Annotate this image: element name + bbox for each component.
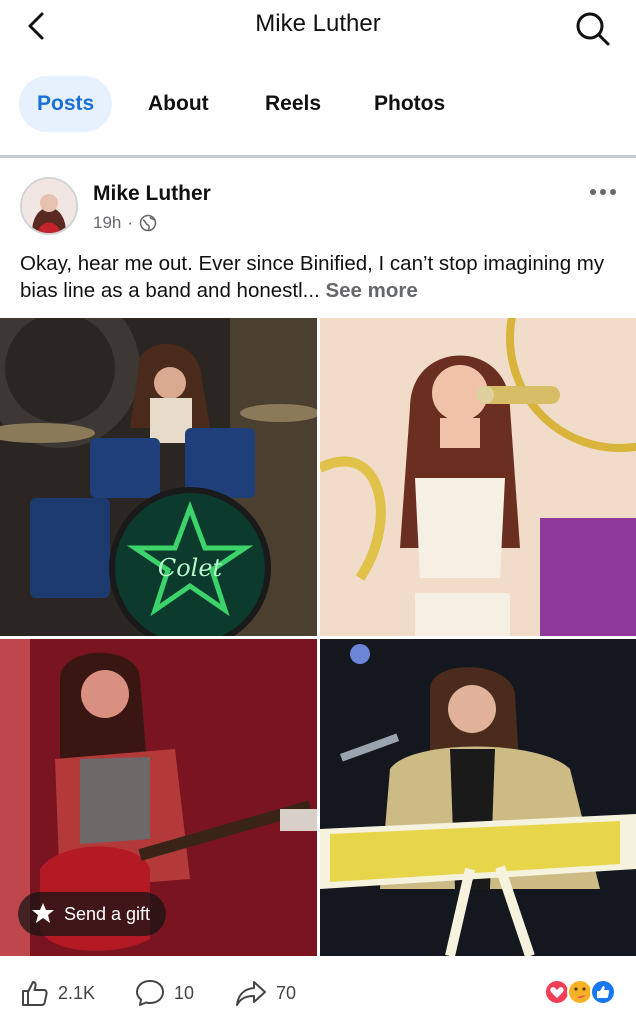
like-count: 2.1K (58, 982, 96, 1003)
post-actions: 2.1K 10 70 (0, 962, 636, 1022)
photo-singer[interactable] (320, 318, 636, 636)
keyboard-photo (320, 639, 636, 956)
comment-button[interactable]: 10 (134, 978, 194, 1008)
care-reaction-icon (567, 979, 593, 1005)
comment-icon (136, 980, 164, 1006)
tab-posts[interactable]: Posts (19, 76, 113, 132)
gift-icon (32, 903, 54, 923)
photo-drummer[interactable]: Colet (0, 318, 317, 636)
avatar-image (22, 179, 76, 233)
search-icon (576, 12, 610, 46)
photo-keyboardist[interactable] (320, 639, 636, 956)
like-reaction-icon (590, 979, 616, 1005)
post-author[interactable]: Mike Luther (93, 182, 211, 206)
photo-grid: Colet (0, 318, 636, 956)
divider (0, 155, 636, 158)
profile-tabs: Posts About Reels Photos (0, 76, 636, 134)
globe-icon (139, 214, 157, 232)
comment-count: 10 (174, 982, 195, 1003)
singer-photo (320, 318, 636, 636)
tab-about[interactable]: About (130, 76, 227, 132)
send-gift-label: Send a gift (64, 903, 151, 924)
top-bar: Mike Luther (0, 0, 636, 52)
search-button[interactable] (572, 8, 612, 48)
see-more-link[interactable]: See more (325, 279, 417, 302)
love-reaction-icon (544, 979, 570, 1005)
post-text: Okay, hear me out. Ever since Binified, … (20, 250, 620, 304)
like-button[interactable]: 2.1K (20, 978, 95, 1008)
post-header: Mike Luther 19h · (0, 170, 636, 240)
more-icon (590, 189, 616, 195)
page-title: Mike Luther (255, 10, 381, 37)
share-button[interactable]: 70 (234, 978, 296, 1008)
meta-separator: · (127, 213, 134, 232)
post-time[interactable]: 19h (93, 213, 121, 233)
share-icon (236, 981, 266, 1006)
post-meta: 19h · (93, 213, 157, 233)
reaction-icons[interactable] (544, 978, 620, 1006)
send-gift-button[interactable]: Send a gift (18, 892, 167, 936)
more-options-button[interactable] (588, 182, 618, 202)
thumbs-up-icon (22, 981, 48, 1006)
avatar[interactable] (20, 177, 78, 235)
tab-reels[interactable]: Reels (247, 76, 339, 132)
drum-photo: Colet (0, 318, 317, 636)
post-body: Okay, hear me out. Ever since Binified, … (20, 252, 605, 302)
reactions-group (544, 979, 616, 1005)
tab-photos[interactable]: Photos (356, 76, 463, 132)
drum-logo-text: Colet (158, 554, 223, 582)
share-count: 70 (276, 982, 297, 1003)
